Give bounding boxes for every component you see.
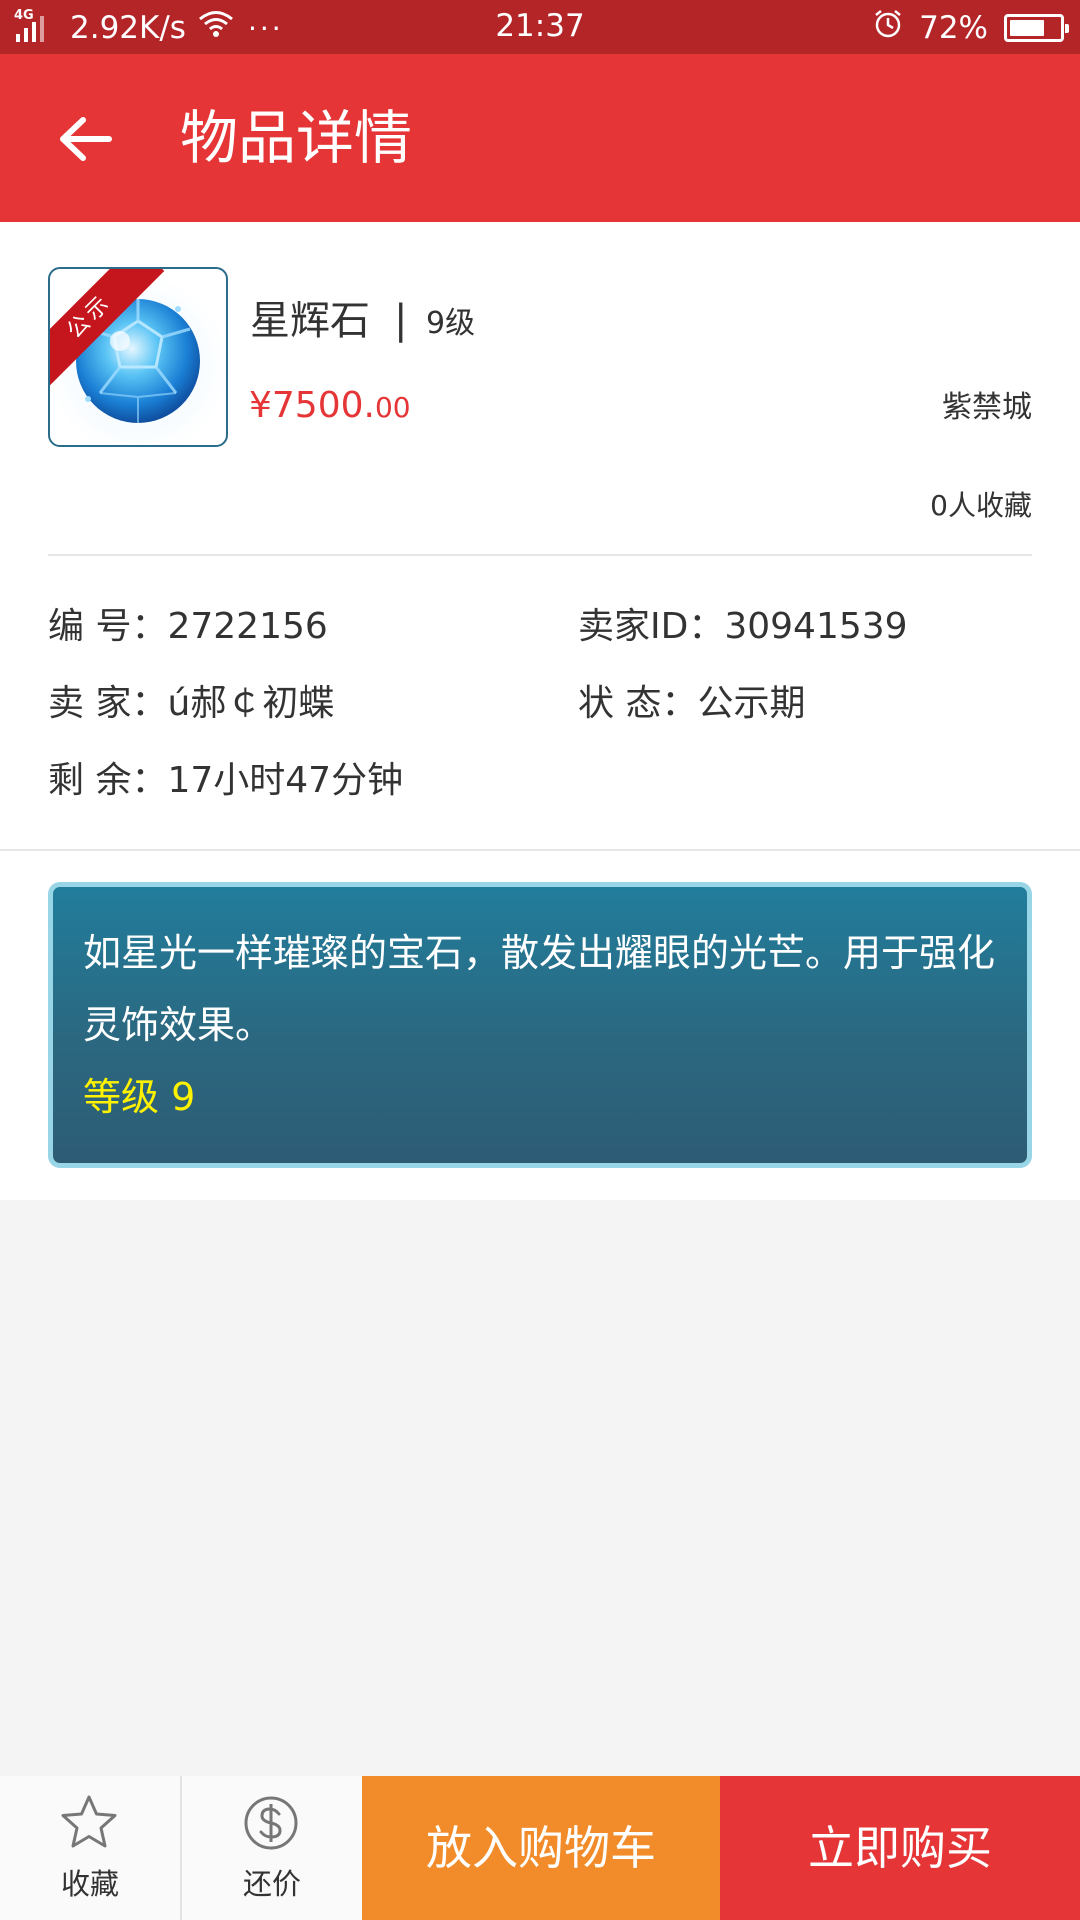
bottom-action-bar: 收藏 还价 放入购物车 立即购买 <box>0 1776 1080 1920</box>
seller-id-label: 卖家ID： <box>578 606 725 647</box>
item-description-level: 等级 9 <box>83 1075 196 1119</box>
item-number-row: 编 号：2722156 <box>48 602 328 652</box>
server-name: 紫禁城 <box>942 390 1032 425</box>
name-separator: | <box>394 297 408 343</box>
page-title: 物品详情 <box>180 104 413 172</box>
remaining-row: 剩 余：17小时47分钟 <box>48 756 403 806</box>
status-label: 状 态： <box>578 683 698 724</box>
item-number-value: 2722156 <box>167 606 328 647</box>
divider <box>48 554 1032 556</box>
battery-percent: 72% <box>919 10 988 46</box>
remaining-value: 17小时47分钟 <box>167 760 404 801</box>
back-button[interactable] <box>40 94 130 184</box>
item-name: 星辉石 <box>250 298 370 344</box>
status-row: 状 态：公示期 <box>578 679 805 729</box>
item-level: 9级 <box>426 306 476 341</box>
seller-id-value: 30941539 <box>724 606 908 647</box>
favorite-count: 0人收藏 <box>930 489 1032 522</box>
counter-offer-button[interactable]: 还价 <box>182 1776 362 1920</box>
counter-offer-label: 还价 <box>242 1867 301 1901</box>
star-icon <box>61 1795 117 1848</box>
alarm-icon <box>873 9 903 47</box>
seller-id-row: 卖家ID：30941539 <box>578 602 908 652</box>
status-value: 公示期 <box>697 683 806 724</box>
favorite-button[interactable]: 收藏 <box>0 1776 180 1920</box>
app-bar: 物品详情 <box>0 54 1080 222</box>
battery-icon <box>1004 14 1069 42</box>
seller-row: 卖 家：ú郝￠初蝶 <box>48 679 334 729</box>
add-to-cart-button[interactable]: 放入购物车 <box>362 1776 720 1920</box>
divider <box>0 849 1080 851</box>
dollar-circle-icon <box>244 1796 298 1850</box>
seller-label: 卖 家： <box>48 683 168 724</box>
item-price: ¥7500.00 <box>249 380 411 438</box>
status-right: 72% <box>873 6 1069 50</box>
arrow-left-icon <box>60 117 112 161</box>
item-detail-card: 公示 星辉石 | 9级 ¥7500.00 紫禁城 0人收藏 编 号：272215… <box>0 222 1080 1200</box>
seller-value: ú郝￠初蝶 <box>167 683 335 724</box>
price-main: ¥7500. <box>249 385 375 426</box>
price-cents: 00 <box>374 391 411 424</box>
favorite-label: 收藏 <box>60 1867 119 1901</box>
item-description-box: 如星光一样璀璨的宝石，散发出耀眼的光芒。用于强化灵饰效果。 等级 9 <box>48 882 1032 1168</box>
status-bar: 4G 2.92K/s ··· 21:37 72% <box>0 0 1080 54</box>
item-description: 如星光一样璀璨的宝石，散发出耀眼的光芒。用于强化灵饰效果。 <box>83 931 996 1047</box>
item-number-label: 编 号： <box>48 606 168 647</box>
buy-now-button[interactable]: 立即购买 <box>720 1776 1080 1920</box>
item-image: 公示 <box>48 267 228 447</box>
remaining-label: 剩 余： <box>48 760 168 801</box>
